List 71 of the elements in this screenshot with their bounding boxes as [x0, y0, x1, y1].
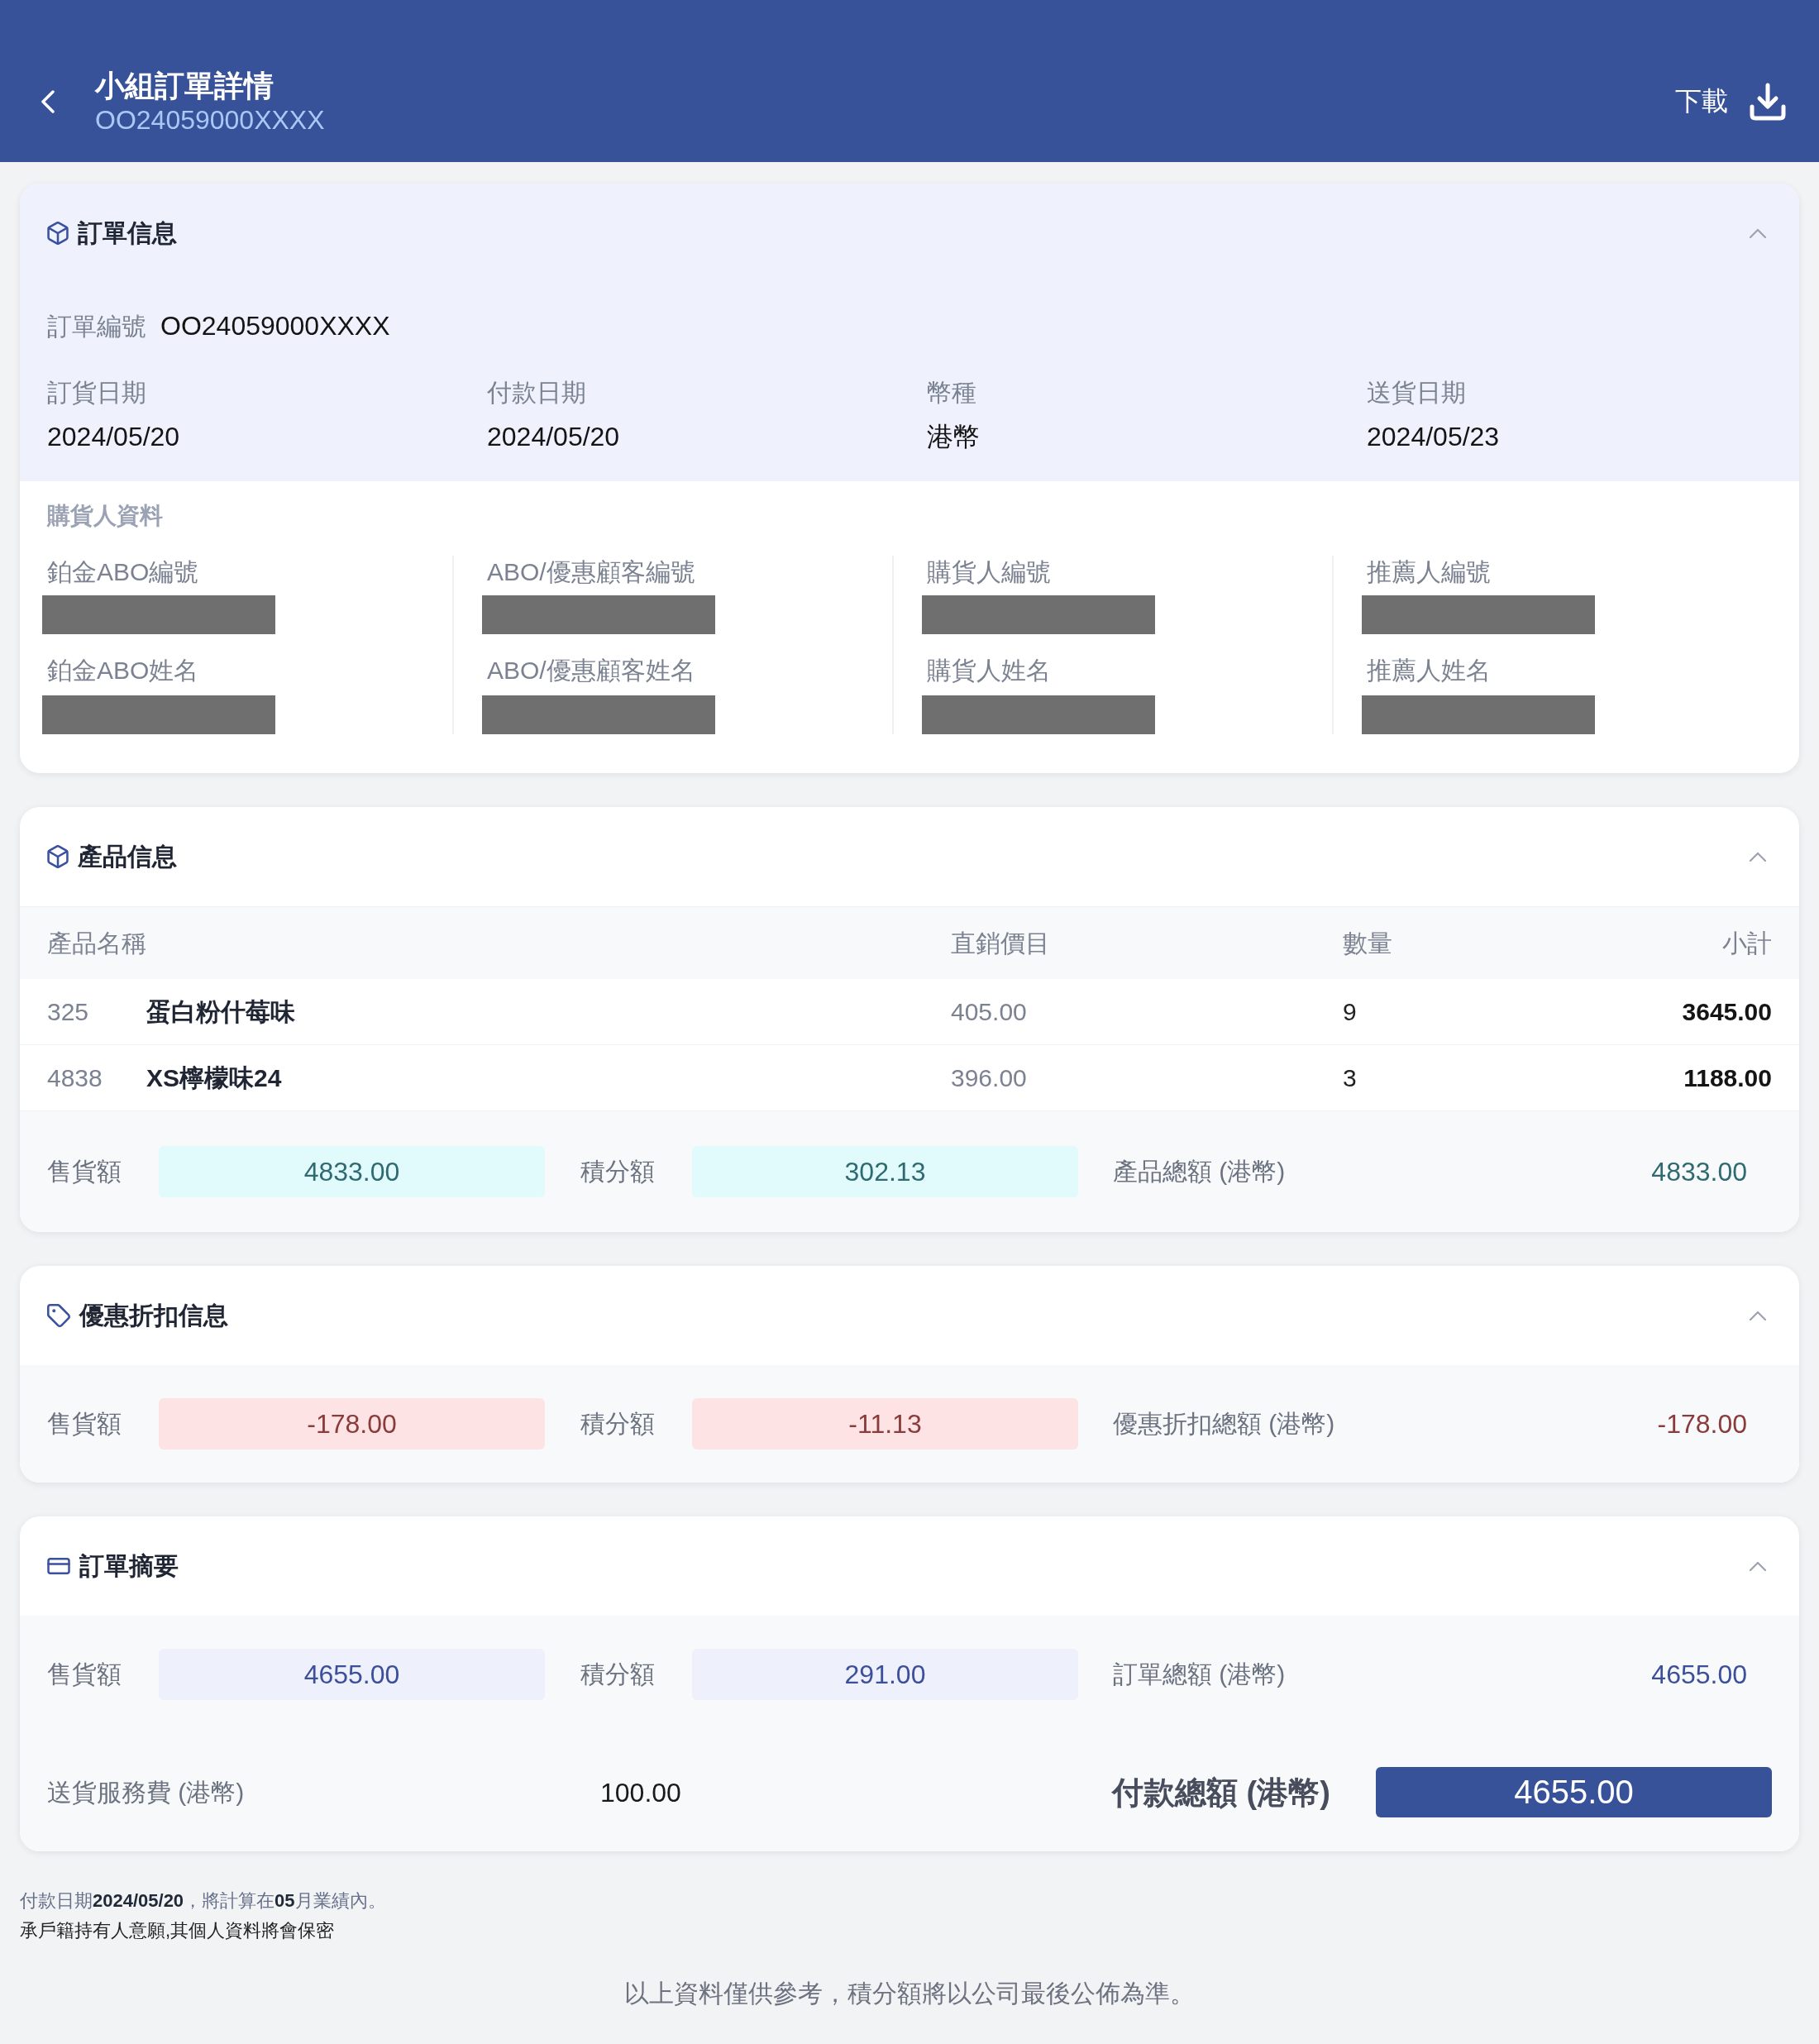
product-name: XS檸檬味24 — [146, 1063, 282, 1093]
amount-label: 售貨額 — [47, 1409, 122, 1439]
field-value: 2024/05/23 — [1367, 421, 1500, 453]
amount-label: 售貨額 — [47, 1157, 122, 1187]
payment-total-label: 付款總額 (港幣) — [1112, 1774, 1330, 1812]
field-value: 港幣 — [927, 421, 980, 453]
tag-icon — [47, 1304, 70, 1327]
subtotal-cell-text: 3645.00 — [1682, 996, 1772, 1027]
product-code: 4838 — [47, 1063, 103, 1093]
price-cell-text: 396.00 — [951, 1063, 1027, 1093]
section-title: 訂單摘要 — [79, 1551, 179, 1581]
product-name: 蛋白粉什莓味 — [146, 996, 295, 1027]
amount-label: 積分額 — [580, 1157, 656, 1187]
field-label: ABO/優惠顧客編號 — [487, 557, 695, 587]
field-label: 付款日期 — [487, 378, 586, 408]
quantity-cell-text: 9 — [1343, 996, 1357, 1027]
column-header: 小計 — [1722, 928, 1772, 958]
field-label: 推薦人編號 — [1367, 557, 1491, 587]
section-title: 訂單信息 — [78, 218, 177, 248]
delivery-fee-label: 送貨服務費 (港幣) — [47, 1777, 245, 1808]
field-value: 2024/05/20 — [487, 421, 620, 453]
field-label: ABO/優惠顧客姓名 — [487, 656, 695, 685]
total-value: 4833.00 — [1651, 1156, 1747, 1188]
download-icon — [1750, 83, 1786, 121]
amount-pill: 4833.00 — [159, 1146, 545, 1197]
column-header: 產品名稱 — [47, 928, 146, 958]
box-icon — [47, 222, 69, 245]
amount-label: 售貨額 — [47, 1660, 122, 1689]
column-header: 直銷價目 — [951, 928, 1050, 958]
amount-pill: 302.13 — [692, 1146, 1078, 1197]
credit-card-icon — [47, 1558, 70, 1574]
field-label: 鉑金ABO姓名 — [47, 656, 199, 685]
column-header: 數量 — [1343, 928, 1392, 958]
disclaimer: 以上資料僅供參考，積分額將以公司最後公佈為準。 — [624, 1979, 1195, 2008]
page-title: 小組訂單詳情 — [95, 68, 274, 104]
total-label: 優惠折扣總額 (港幣) — [1113, 1409, 1335, 1439]
field-label: 幣種 — [927, 378, 976, 408]
field-value: 2024/05/20 — [47, 421, 180, 453]
quantity-cell-text: 3 — [1343, 1063, 1357, 1093]
payment-total-value: 4655.00 — [1376, 1767, 1772, 1817]
footnote: 承戶籍持有人意願,其個人資料將會保密 — [20, 1919, 335, 1942]
total-label: 產品總額 (港幣) — [1113, 1157, 1286, 1187]
field-label: 訂貨日期 — [47, 378, 146, 408]
amount-label: 積分額 — [580, 1409, 656, 1439]
total-label: 訂單總額 (港幣) — [1113, 1660, 1286, 1689]
field-label: 推薦人姓名 — [1367, 656, 1491, 685]
order-number-subtitle: OO24059000XXXX — [95, 104, 325, 136]
chevron-left-icon — [41, 90, 55, 113]
field-label: 鉑金ABO編號 — [47, 557, 199, 587]
amount-pill: 4655.00 — [159, 1649, 545, 1700]
amount-pill: -11.13 — [692, 1398, 1078, 1449]
order-number-value: OO24059000XXXX — [160, 310, 390, 342]
price-cell-text: 405.00 — [951, 996, 1027, 1027]
delivery-fee-value: 100.00 — [600, 1776, 681, 1809]
box-icon — [47, 845, 69, 868]
product-code: 325 — [47, 996, 90, 1027]
footnote: 付款日期2024/05/20，將計算在05月業績內。 — [20, 1889, 386, 1913]
amount-pill: -178.00 — [159, 1398, 545, 1449]
amount-label: 積分額 — [580, 1660, 656, 1689]
subtotal-cell-text: 1188.00 — [1683, 1063, 1772, 1093]
section-title: 產品信息 — [78, 842, 177, 872]
total-value: 4655.00 — [1651, 1659, 1747, 1691]
field-label: 送貨日期 — [1367, 378, 1466, 408]
total-value: -178.00 — [1657, 1408, 1747, 1440]
download-button[interactable]: 下載 — [1675, 83, 1786, 121]
section-title: 優惠折扣信息 — [79, 1301, 228, 1330]
buyer-info-heading: 購貨人資料 — [47, 502, 163, 530]
order-number-label: 訂單編號 — [47, 312, 146, 341]
field-label: 購貨人姓名 — [927, 656, 1051, 685]
field-label: 購貨人編號 — [927, 557, 1051, 587]
amount-pill: 291.00 — [692, 1649, 1078, 1700]
